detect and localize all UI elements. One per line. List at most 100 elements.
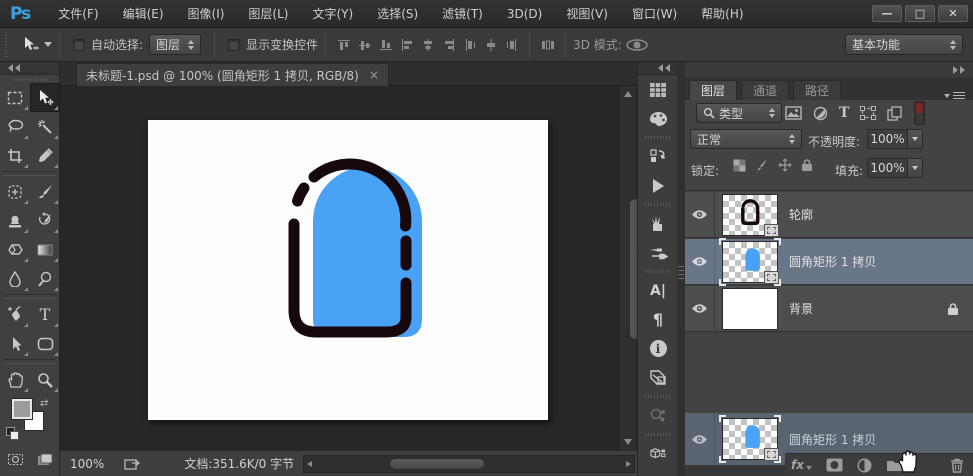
close-button[interactable]: ✕ <box>938 5 968 22</box>
brush-presets-panel-icon[interactable] <box>638 209 678 238</box>
strip-grip[interactable] <box>638 200 677 209</box>
add-layer-mask-button[interactable] <box>826 458 843 472</box>
scroll-right-icon[interactable] <box>626 461 631 467</box>
tool-blur[interactable] <box>0 264 30 293</box>
distribute-vertical-centers-icon[interactable] <box>480 36 501 54</box>
strip-grip[interactable] <box>638 430 677 439</box>
actions-panel-icon[interactable] <box>638 171 678 200</box>
visibility-toggle[interactable] <box>685 239 715 284</box>
strip-collapse-header[interactable] <box>638 62 677 75</box>
align-vertical-centers-icon[interactable] <box>354 36 375 54</box>
maximize-button[interactable]: □ <box>905 5 935 22</box>
opacity-value[interactable]: 100% <box>868 132 907 146</box>
default-colors-icon[interactable] <box>6 427 18 439</box>
notes-panel-icon[interactable] <box>638 363 678 392</box>
tool-preset-caret-icon[interactable] <box>44 42 52 47</box>
scroll-down-icon[interactable] <box>624 439 632 445</box>
delete-layer-button[interactable] <box>950 458 964 473</box>
3d-orbit-icon[interactable] <box>622 36 652 54</box>
character-panel-icon[interactable]: A| <box>638 276 678 305</box>
color-panel-icon[interactable] <box>638 104 678 133</box>
filter-toggle-switch[interactable] <box>914 101 925 125</box>
menu-view[interactable]: 视图(V) <box>554 0 620 28</box>
align-right-edges-icon[interactable] <box>438 36 459 54</box>
document-area[interactable] <box>60 86 618 450</box>
3d-material-panel-icon[interactable] <box>638 401 678 430</box>
menu-window[interactable]: 窗口(W) <box>620 0 689 28</box>
scroll-left-icon[interactable] <box>307 461 312 467</box>
menu-file[interactable]: 文件(F) <box>46 0 110 28</box>
horizontal-scrollbar[interactable] <box>303 455 635 473</box>
tool-eyedropper[interactable] <box>30 141 60 170</box>
tool-eraser[interactable] <box>0 235 30 264</box>
tool-magic-wand[interactable] <box>30 112 60 141</box>
menu-layer[interactable]: 图层(L) <box>236 0 300 28</box>
layer-name[interactable]: 背景 <box>789 300 813 317</box>
options-grip[interactable] <box>3 32 10 58</box>
layer-row-rounded-rect-copy[interactable]: 圆角矩形 1 拷贝 <box>685 239 973 285</box>
tool-move[interactable] <box>30 83 60 112</box>
panel-menu-icon[interactable] <box>944 92 965 100</box>
distribute-widths-icon[interactable] <box>537 36 558 54</box>
layer-row-outline[interactable]: 轮廓 <box>685 192 973 238</box>
strip-grip[interactable] <box>638 267 677 276</box>
tool-lasso[interactable] <box>0 112 30 141</box>
tool-crop[interactable] <box>0 141 30 170</box>
tool-gradient[interactable] <box>30 235 60 264</box>
filter-type-dropdown[interactable]: 类型 <box>696 103 782 123</box>
tool-hand[interactable] <box>0 365 30 394</box>
opacity-field[interactable]: 100% <box>867 129 923 149</box>
fill-field[interactable]: 100% <box>867 158 923 178</box>
menu-type[interactable]: 文字(Y) <box>300 0 365 28</box>
menu-image[interactable]: 图像(I) <box>176 0 237 28</box>
artboard-canvas[interactable] <box>148 120 548 420</box>
filter-smart-objects-icon[interactable] <box>887 106 902 121</box>
paragraph-panel-icon[interactable]: ¶ <box>638 305 678 334</box>
horizontal-scroll-thumb[interactable] <box>389 458 485 470</box>
tool-rectangular-marquee[interactable] <box>0 83 30 112</box>
lock-transparency-icon[interactable] <box>733 159 746 172</box>
tool-presets-panel-icon[interactable] <box>638 238 678 267</box>
tool-brush[interactable] <box>30 177 60 206</box>
strip-grip[interactable] <box>638 133 677 142</box>
tab-close-icon[interactable]: × <box>369 68 379 82</box>
lock-all-icon[interactable] <box>801 158 813 172</box>
fill-dropdown-button[interactable] <box>907 159 922 177</box>
foreground-color-swatch[interactable] <box>12 399 32 419</box>
align-horizontal-centers-icon[interactable] <box>417 36 438 54</box>
visibility-toggle[interactable] <box>685 192 715 237</box>
lock-position-icon[interactable] <box>778 158 792 172</box>
swatches-panel-icon[interactable] <box>638 75 678 104</box>
scroll-up-icon[interactable] <box>624 91 632 97</box>
layer-thumbnail[interactable] <box>722 288 778 330</box>
panel-divider[interactable] <box>677 62 685 476</box>
layer-thumbnail[interactable] <box>722 418 778 460</box>
auto-select-checkbox[interactable] <box>73 39 85 51</box>
adjustment-layer-button[interactable] <box>857 458 872 473</box>
layer-thumbnail[interactable] <box>722 194 778 236</box>
zoom-level-field[interactable]: 100% <box>70 457 104 471</box>
vertical-scrollbar[interactable] <box>619 86 636 450</box>
quick-mask-button[interactable] <box>0 445 30 474</box>
layer-name[interactable]: 圆角矩形 1 拷贝 <box>789 253 876 270</box>
fill-value[interactable]: 100% <box>868 161 907 175</box>
toolbar-grip[interactable] <box>0 75 59 83</box>
panel-collapse-header[interactable] <box>685 62 973 79</box>
visibility-toggle[interactable] <box>685 413 715 465</box>
tab-channels[interactable]: 通道 <box>741 80 789 100</box>
tool-path-selection[interactable] <box>0 329 30 358</box>
tool-spot-healing-brush[interactable] <box>0 177 30 206</box>
layer-styles-button[interactable]: fx <box>791 458 812 472</box>
opacity-dropdown-button[interactable] <box>907 130 922 148</box>
info-panel-icon[interactable]: i <box>638 334 678 363</box>
menu-3d[interactable]: 3D(D) <box>495 0 554 28</box>
document-tab[interactable]: 未标题-1.psd @ 100% (圆角矩形 1 拷贝, RGB/8) × <box>76 63 389 86</box>
filter-pixel-layers-icon[interactable] <box>785 106 802 120</box>
layer-thumbnail[interactable] <box>722 241 778 283</box>
layer-row-background[interactable]: 背景 <box>685 286 973 332</box>
layer-name[interactable]: 轮廓 <box>789 206 813 223</box>
auto-select-dropdown[interactable]: 图层 <box>149 34 201 55</box>
menu-help[interactable]: 帮助(H) <box>689 0 755 28</box>
tool-clone-stamp[interactable] <box>0 206 30 235</box>
show-transform-checkbox[interactable] <box>228 39 240 51</box>
